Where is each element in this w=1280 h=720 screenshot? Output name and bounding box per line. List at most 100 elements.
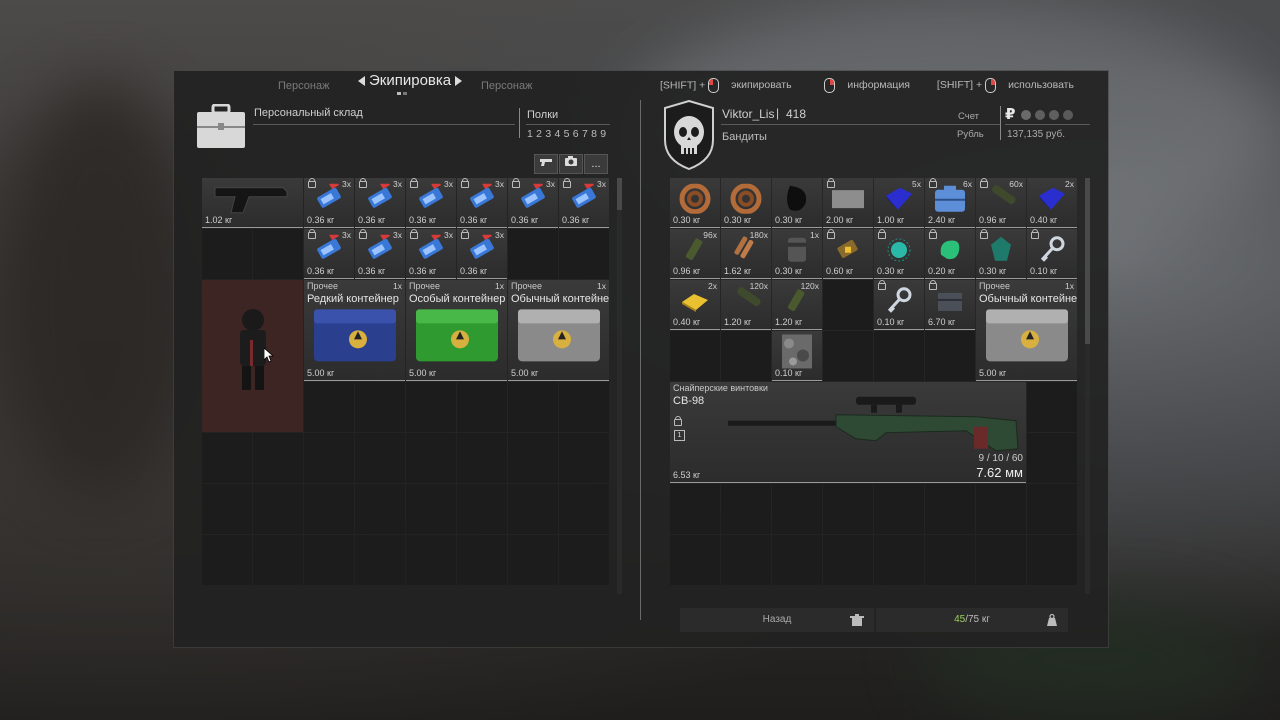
inventory-item[interactable]: 0.10 кг	[1027, 229, 1077, 279]
grid-cell[interactable]	[457, 433, 507, 483]
grid-cell[interactable]	[508, 229, 558, 279]
grid-cell[interactable]	[925, 484, 975, 534]
grid-cell[interactable]	[457, 484, 507, 534]
inventory-scroll-thumb[interactable]	[1085, 178, 1090, 344]
inventory-item[interactable]: 0.30 кг	[670, 178, 720, 228]
inventory-item[interactable]: 3x 0.36 кг	[355, 229, 405, 279]
grid-cell[interactable]	[559, 229, 609, 279]
inventory-item[interactable]: 3x 0.36 кг	[508, 178, 558, 228]
ruble-icon[interactable]: ₽	[1005, 105, 1015, 123]
grid-cell[interactable]	[823, 331, 873, 381]
inventory-item[interactable]: 2x 0.40 кг	[1027, 178, 1077, 228]
grid-cell[interactable]	[508, 382, 558, 432]
grid-cell[interactable]	[304, 535, 354, 585]
arrow-right-icon[interactable]	[455, 76, 463, 87]
stash-grid[interactable]: 1.02 кг 3x 0.36 кг 3x 0.36 кг 3x 0.36 кг 3x 0.36…	[202, 178, 609, 594]
stash-scrollbar[interactable]	[617, 178, 622, 594]
grid-cell[interactable]	[559, 433, 609, 483]
inventory-item[interactable]: 5x 1.00 кг	[874, 178, 924, 228]
inventory-item[interactable]: 2x 0.40 кг	[670, 280, 720, 330]
inventory-item[interactable]: 0.30 кг	[874, 229, 924, 279]
inventory-item[interactable]: 0.60 кг	[823, 229, 873, 279]
currency-types-icon[interactable]	[1020, 108, 1082, 120]
grid-cell[interactable]	[925, 331, 975, 381]
inventory-item[interactable]: 6.70 кг	[925, 280, 975, 330]
grid-cell[interactable]	[253, 535, 303, 585]
grid-cell[interactable]	[508, 484, 558, 534]
grid-cell[interactable]	[457, 535, 507, 585]
inventory-item[interactable]: 1x Прочее Обычный контейнер 5.00 кг	[976, 280, 1077, 381]
back-button[interactable]: Назад	[680, 608, 874, 632]
inventory-item[interactable]: 0.30 кг	[721, 178, 771, 228]
inventory-item[interactable]: 3x 0.36 кг	[355, 178, 405, 228]
grid-cell[interactable]	[355, 484, 405, 534]
grid-cell[interactable]	[202, 484, 252, 534]
inventory-item[interactable]: 0.20 кг	[925, 229, 975, 279]
grid-cell[interactable]	[304, 382, 354, 432]
grid-cell[interactable]	[823, 484, 873, 534]
grid-cell[interactable]	[508, 535, 558, 585]
grid-cell[interactable]	[559, 484, 609, 534]
grid-cell[interactable]	[772, 535, 822, 585]
grid-cell[interactable]	[304, 433, 354, 483]
more-options-button[interactable]: ...	[584, 154, 608, 174]
sniper-rifle-item[interactable]: Снайперские винтовки СВ-98 6.53 кг 1 9 / 10 …	[670, 382, 1026, 483]
grid-cell[interactable]	[874, 535, 924, 585]
shelf-selector[interactable]: 1 2 3 4 5 6 7 8 9	[527, 128, 606, 140]
tab-equipment[interactable]: Экипировка	[358, 72, 463, 89]
grid-cell[interactable]	[721, 484, 771, 534]
inventory-item[interactable]: 120x 1.20 кг	[772, 280, 822, 330]
grid-cell[interactable]	[559, 535, 609, 585]
inventory-item[interactable]: 3x 0.36 кг	[406, 178, 456, 228]
grid-cell[interactable]	[253, 433, 303, 483]
inventory-item[interactable]: 3x 0.36 кг	[406, 229, 456, 279]
inventory-item[interactable]: 120x 1.20 кг	[721, 280, 771, 330]
grid-cell[interactable]	[1027, 535, 1077, 585]
inventory-item[interactable]: 180x 1.62 кг	[721, 229, 771, 279]
grid-cell[interactable]	[670, 331, 720, 381]
inventory-item[interactable]: 3x 0.36 кг	[559, 178, 609, 228]
grid-cell[interactable]	[874, 484, 924, 534]
grid-cell[interactable]	[823, 535, 873, 585]
grid-cell[interactable]	[202, 229, 252, 279]
inventory-item[interactable]: 2.00 кг	[823, 178, 873, 228]
inventory-item[interactable]: 0.10 кг	[874, 280, 924, 330]
inventory-item[interactable]: 3x 0.36 кг	[304, 178, 354, 228]
inventory-grid[interactable]: 0.30 кг 0.30 кг 0.30 кг 2.00 кг 5x 1.00 кг 6x 2…	[670, 178, 1077, 594]
grid-cell[interactable]	[1027, 382, 1077, 432]
inventory-item[interactable]: 3x 0.36 кг	[457, 178, 507, 228]
inventory-item[interactable]: 1x 0.30 кг	[772, 229, 822, 279]
pistol-item[interactable]: 1.02 кг	[202, 178, 303, 228]
grid-cell[interactable]	[253, 229, 303, 279]
grid-cell[interactable]	[355, 535, 405, 585]
inventory-item[interactable]: 3x 0.36 кг	[457, 229, 507, 279]
filter-weapon-button[interactable]	[534, 154, 558, 174]
grid-cell[interactable]	[457, 382, 507, 432]
grid-cell[interactable]	[406, 382, 456, 432]
grid-cell[interactable]	[355, 433, 405, 483]
grid-cell[interactable]	[976, 535, 1026, 585]
inventory-item[interactable]: 3x 0.36 кг	[304, 229, 354, 279]
grid-cell[interactable]	[976, 484, 1026, 534]
grid-cell[interactable]	[721, 535, 771, 585]
grid-cell[interactable]	[202, 433, 252, 483]
inventory-item[interactable]: 0.30 кг	[772, 178, 822, 228]
inventory-item[interactable]: 1x Прочее Особый контейнер 5.00 кг	[406, 280, 507, 381]
arrow-left-icon[interactable]	[358, 76, 365, 87]
stash-scroll-thumb[interactable]	[617, 178, 622, 210]
grid-cell[interactable]	[670, 484, 720, 534]
grid-cell[interactable]	[355, 382, 405, 432]
grid-cell[interactable]	[406, 484, 456, 534]
grid-cell[interactable]	[823, 280, 873, 330]
grid-cell[interactable]	[925, 535, 975, 585]
tab-character-right[interactable]: Персонаж	[481, 80, 532, 92]
inventory-item[interactable]: 0.10 кг	[772, 331, 822, 381]
character-equipment-slot[interactable]	[202, 280, 303, 432]
inventory-item[interactable]: 1x Прочее Редкий контейнер 5.00 кг	[304, 280, 405, 381]
grid-cell[interactable]	[253, 484, 303, 534]
inventory-item[interactable]: 96x 0.96 кг	[670, 229, 720, 279]
grid-cell[interactable]	[721, 331, 771, 381]
inventory-item[interactable]: 60x 0.96 кг	[976, 178, 1026, 228]
grid-cell[interactable]	[202, 535, 252, 585]
grid-cell[interactable]	[406, 433, 456, 483]
